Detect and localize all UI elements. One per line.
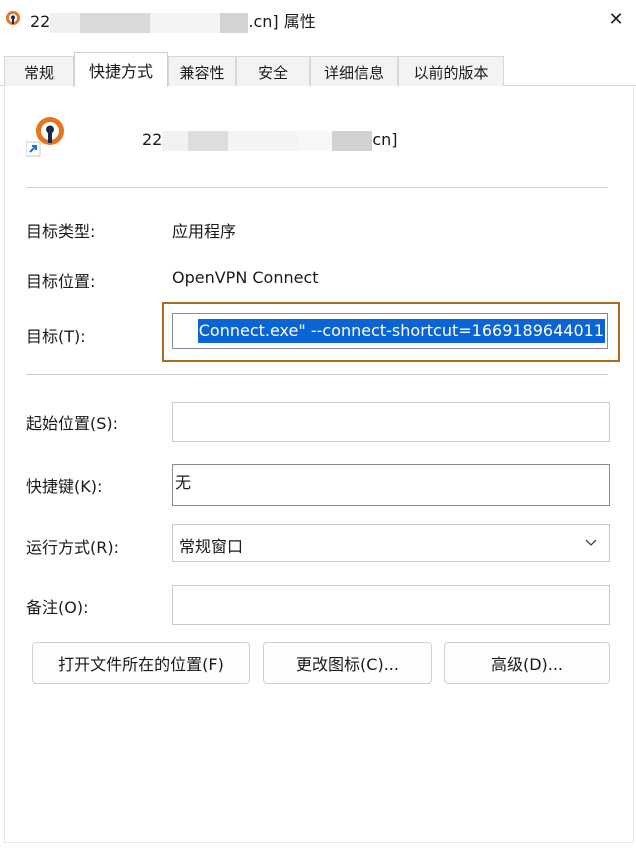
redacted-block: [228, 130, 299, 151]
target-type-label: 目标类型:: [26, 222, 96, 241]
hotkey-label: 快捷键(K):: [26, 477, 103, 496]
chevron-down-icon: [585, 539, 597, 546]
close-button[interactable]: ✕: [600, 4, 632, 34]
comment-label: 备注(O):: [26, 598, 89, 617]
run-mode-select[interactable]: 常规窗口: [172, 524, 610, 562]
comment-input[interactable]: [172, 585, 610, 625]
target-label: 目标(T):: [26, 327, 86, 346]
redacted-block: [80, 12, 151, 33]
redacted-block: [150, 12, 221, 33]
openvpn-icon: [6, 11, 20, 25]
hotkey-input[interactable]: 无: [172, 464, 610, 506]
target-type-value: 应用程序: [172, 222, 237, 241]
hotkey-value: 无: [175, 473, 192, 492]
open-file-location-button[interactable]: 打开文件所在的位置(F): [32, 642, 250, 684]
redacted-block: [50, 12, 81, 33]
run-mode-value: 常规窗口: [179, 537, 244, 556]
target-location-value: OpenVPN Connect: [172, 268, 319, 287]
redacted-block: [332, 130, 373, 151]
redacted-block: [298, 130, 333, 151]
tab-details[interactable]: 详细信息: [310, 56, 398, 86]
target-location-label: 目标位置:: [26, 272, 96, 291]
close-icon: ✕: [608, 8, 624, 30]
tab-general[interactable]: 常规: [4, 56, 74, 86]
run-label: 运行方式(R):: [26, 538, 119, 557]
tab-security[interactable]: 安全: [236, 56, 310, 86]
start-in-input[interactable]: [172, 402, 610, 442]
title-bar: 22 .cn] 属性 ✕: [0, 0, 636, 38]
tab-previous-versions[interactable]: 以前的版本: [398, 56, 504, 86]
divider: [26, 374, 608, 375]
tab-compatibility[interactable]: 兼容性: [168, 56, 236, 86]
divider: [26, 187, 608, 188]
advanced-button[interactable]: 高级(D)...: [444, 642, 610, 684]
change-icon-button[interactable]: 更改图标(C)...: [263, 642, 432, 684]
tab-shortcut[interactable]: 快捷方式: [74, 52, 168, 87]
openvpn-icon: [26, 117, 64, 157]
redacted-block: [220, 12, 249, 33]
window-title: 22 .cn] 属性: [30, 12, 316, 33]
target-input[interactable]: Connect.exe" --connect-shortcut=16691896…: [172, 313, 608, 349]
redacted-block: [162, 130, 189, 151]
redacted-block: [188, 130, 229, 151]
target-selected-text: Connect.exe" --connect-shortcut=16691896…: [197, 319, 605, 343]
shortcut-name: 22 cn]: [142, 130, 398, 151]
start-in-label: 起始位置(S):: [26, 414, 119, 433]
